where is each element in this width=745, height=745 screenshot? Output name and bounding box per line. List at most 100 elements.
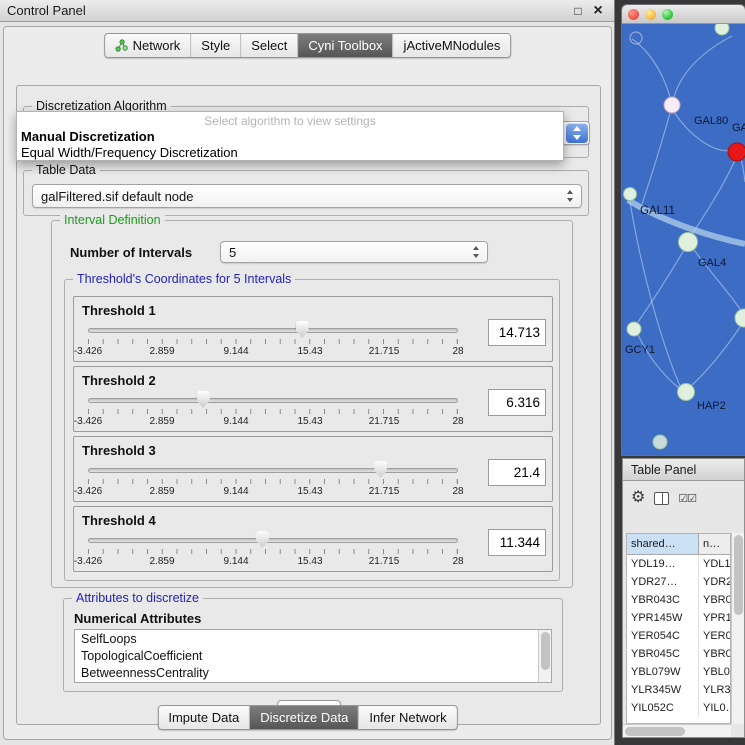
scale-label: -3.426 (74, 346, 102, 357)
table-row[interactable]: YBR043CYBR0… (627, 591, 730, 609)
tab-cyni-toolbox[interactable]: Cyni Toolbox (298, 34, 393, 57)
gear-icon[interactable]: ⚙ (631, 490, 645, 506)
threshold-4-slider[interactable]: -3.426 2.859 9.144 15.43 21.715 28 (88, 531, 458, 571)
threshold-1-value[interactable]: 14.713 (488, 319, 546, 346)
slider-track[interactable] (88, 468, 458, 473)
threshold-1-slider[interactable]: -3.426 2.859 9.144 15.43 21.715 28 (88, 321, 458, 361)
tab-jactivemnodules[interactable]: jActiveMNodules (394, 34, 511, 57)
close-icon[interactable]: × (590, 0, 606, 22)
node[interactable] (735, 309, 745, 327)
tab-style[interactable]: Style (191, 34, 241, 57)
tab-infer-network[interactable]: Infer Network (359, 706, 456, 729)
threshold-label: Threshold 2 (82, 373, 156, 388)
column-header-shared-name[interactable]: shared… (627, 534, 699, 554)
network-canvas[interactable]: GAL80 GA GAL11 GAL4 GCY1 HAP2 (622, 24, 745, 455)
threshold-2-box: Threshold 2 -3.426 2.859 9.144 15.43 21.… (73, 366, 553, 432)
table-vertical-scrollbar[interactable] (731, 533, 744, 724)
scale-label: 15.43 (297, 416, 322, 427)
node-label-gal11: GAL11 (640, 205, 675, 217)
threshold-3-slider[interactable]: -3.426 2.859 9.144 15.43 21.715 28 (88, 461, 458, 501)
network-icon (115, 39, 128, 52)
node-selected-red[interactable] (728, 143, 745, 161)
scale-label: 9.144 (223, 486, 248, 497)
close-traffic-light-icon[interactable] (628, 9, 639, 20)
table-panel-toolbar: ⚙ ☑☑ (623, 483, 744, 513)
table-horizontal-scrollbar[interactable] (623, 724, 731, 737)
threshold-label: Threshold 3 (82, 443, 156, 458)
zoom-traffic-light-icon[interactable] (662, 9, 673, 20)
combo-stepper-icon[interactable] (566, 123, 588, 143)
table-row[interactable]: YBL079WYBL0… (627, 663, 730, 681)
threshold-4-value[interactable]: 11.344 (488, 529, 546, 556)
algorithm-dropdown-popup: Select algorithm to view settings Manual… (16, 111, 564, 161)
scale-label: 21.715 (369, 556, 400, 567)
scale-label: 9.144 (223, 556, 248, 567)
threshold-3-value[interactable]: 21.4 (488, 459, 546, 486)
tab-network[interactable]: Network (105, 34, 192, 57)
slider-thumb[interactable] (296, 321, 309, 338)
list-item[interactable]: SelfLoops (75, 630, 551, 647)
table-data-select[interactable]: galFiltered.sif default node (32, 184, 582, 208)
select-columns-icon[interactable]: ☑☑ (678, 492, 696, 505)
tab-select[interactable]: Select (241, 34, 298, 57)
control-panel-window: Control Panel □ × Network Style Select C… (0, 0, 615, 745)
slider-track[interactable] (88, 398, 458, 403)
dropdown-option-equal-width-frequency[interactable]: Equal Width/Frequency Discretization (17, 144, 563, 160)
slider-thumb[interactable] (197, 391, 210, 408)
node-gal11[interactable] (624, 188, 637, 201)
node-label-gcy1: GCY1 (625, 344, 655, 356)
slider-thumb[interactable] (374, 461, 387, 478)
table-row[interactable]: YDR27…YDR2… (627, 573, 730, 591)
tab-label: Discretize Data (260, 710, 348, 725)
scrollbar-thumb[interactable] (734, 535, 743, 615)
top-tabbar: Network Style Select Cyni Toolbox jActiv… (104, 33, 512, 58)
dropdown-option-manual-discretization[interactable]: Manual Discretization (17, 128, 563, 144)
scale-label: 28 (452, 346, 463, 357)
interval-definition-group: Interval Definition Number of Intervals … (51, 220, 573, 588)
list-item[interactable]: BetweennessCentrality (75, 664, 551, 681)
scrollbar-thumb[interactable] (541, 632, 550, 670)
float-window-icon[interactable]: □ (570, 0, 586, 22)
node-hap2[interactable] (678, 384, 695, 401)
node-gcy1[interactable] (627, 322, 641, 336)
number-of-intervals-value: 5 (229, 245, 236, 260)
node[interactable] (715, 24, 729, 35)
node-gal80[interactable] (664, 97, 680, 113)
table-row[interactable]: YDL19…YDL1… (627, 555, 730, 573)
scale-label: 28 (452, 556, 463, 567)
node-gal4[interactable] (679, 233, 698, 252)
tab-discretize-data[interactable]: Discretize Data (250, 706, 359, 729)
column-header-name[interactable]: n… (699, 534, 730, 554)
table-row[interactable]: YER054CYER0… (627, 627, 730, 645)
node[interactable] (653, 435, 667, 449)
slider-scale: -3.426 2.859 9.144 15.43 21.715 28 (88, 486, 458, 498)
minimize-traffic-light-icon[interactable] (645, 9, 656, 20)
tab-impute-data[interactable]: Impute Data (158, 706, 250, 729)
slider-track[interactable] (88, 538, 458, 543)
number-of-intervals-label: Number of Intervals (70, 245, 192, 260)
table-row[interactable]: YBR045CYBR0… (627, 645, 730, 663)
threshold-1-box: Threshold 1 -3.426 2.859 9.144 15.43 21.… (73, 296, 553, 362)
table-row[interactable]: YLR345WYLR3… (627, 681, 730, 699)
slider-track[interactable] (88, 328, 458, 333)
slider-thumb[interactable] (256, 531, 269, 548)
table-row[interactable]: YIL052CYIL0… (627, 699, 730, 717)
scale-label: 21.715 (369, 486, 400, 497)
threshold-2-slider[interactable]: -3.426 2.859 9.144 15.43 21.715 28 (88, 391, 458, 431)
number-of-intervals-select[interactable]: 5 (220, 241, 488, 263)
scrollbar-thumb[interactable] (625, 727, 685, 736)
scale-label: 2.859 (149, 346, 174, 357)
scale-label: 9.144 (223, 346, 248, 357)
columns-icon[interactable] (654, 492, 669, 505)
slider-ticks (88, 549, 458, 554)
table-panel-titlebar: Table Panel (623, 459, 744, 481)
threshold-4-box: Threshold 4 -3.426 2.859 9.144 15.43 21.… (73, 506, 553, 572)
tab-label: Network (133, 38, 181, 53)
threshold-2-value[interactable]: 6.316 (488, 389, 546, 416)
list-scrollbar[interactable] (538, 630, 551, 682)
list-item[interactable]: TopologicalCoefficient (75, 647, 551, 664)
table-row[interactable]: YPR145WYPR1… (627, 609, 730, 627)
scale-label: 28 (452, 416, 463, 427)
slider-scale: -3.426 2.859 9.144 15.43 21.715 28 (88, 556, 458, 568)
table-data-group: Table Data galFiltered.sif default node (23, 170, 589, 216)
